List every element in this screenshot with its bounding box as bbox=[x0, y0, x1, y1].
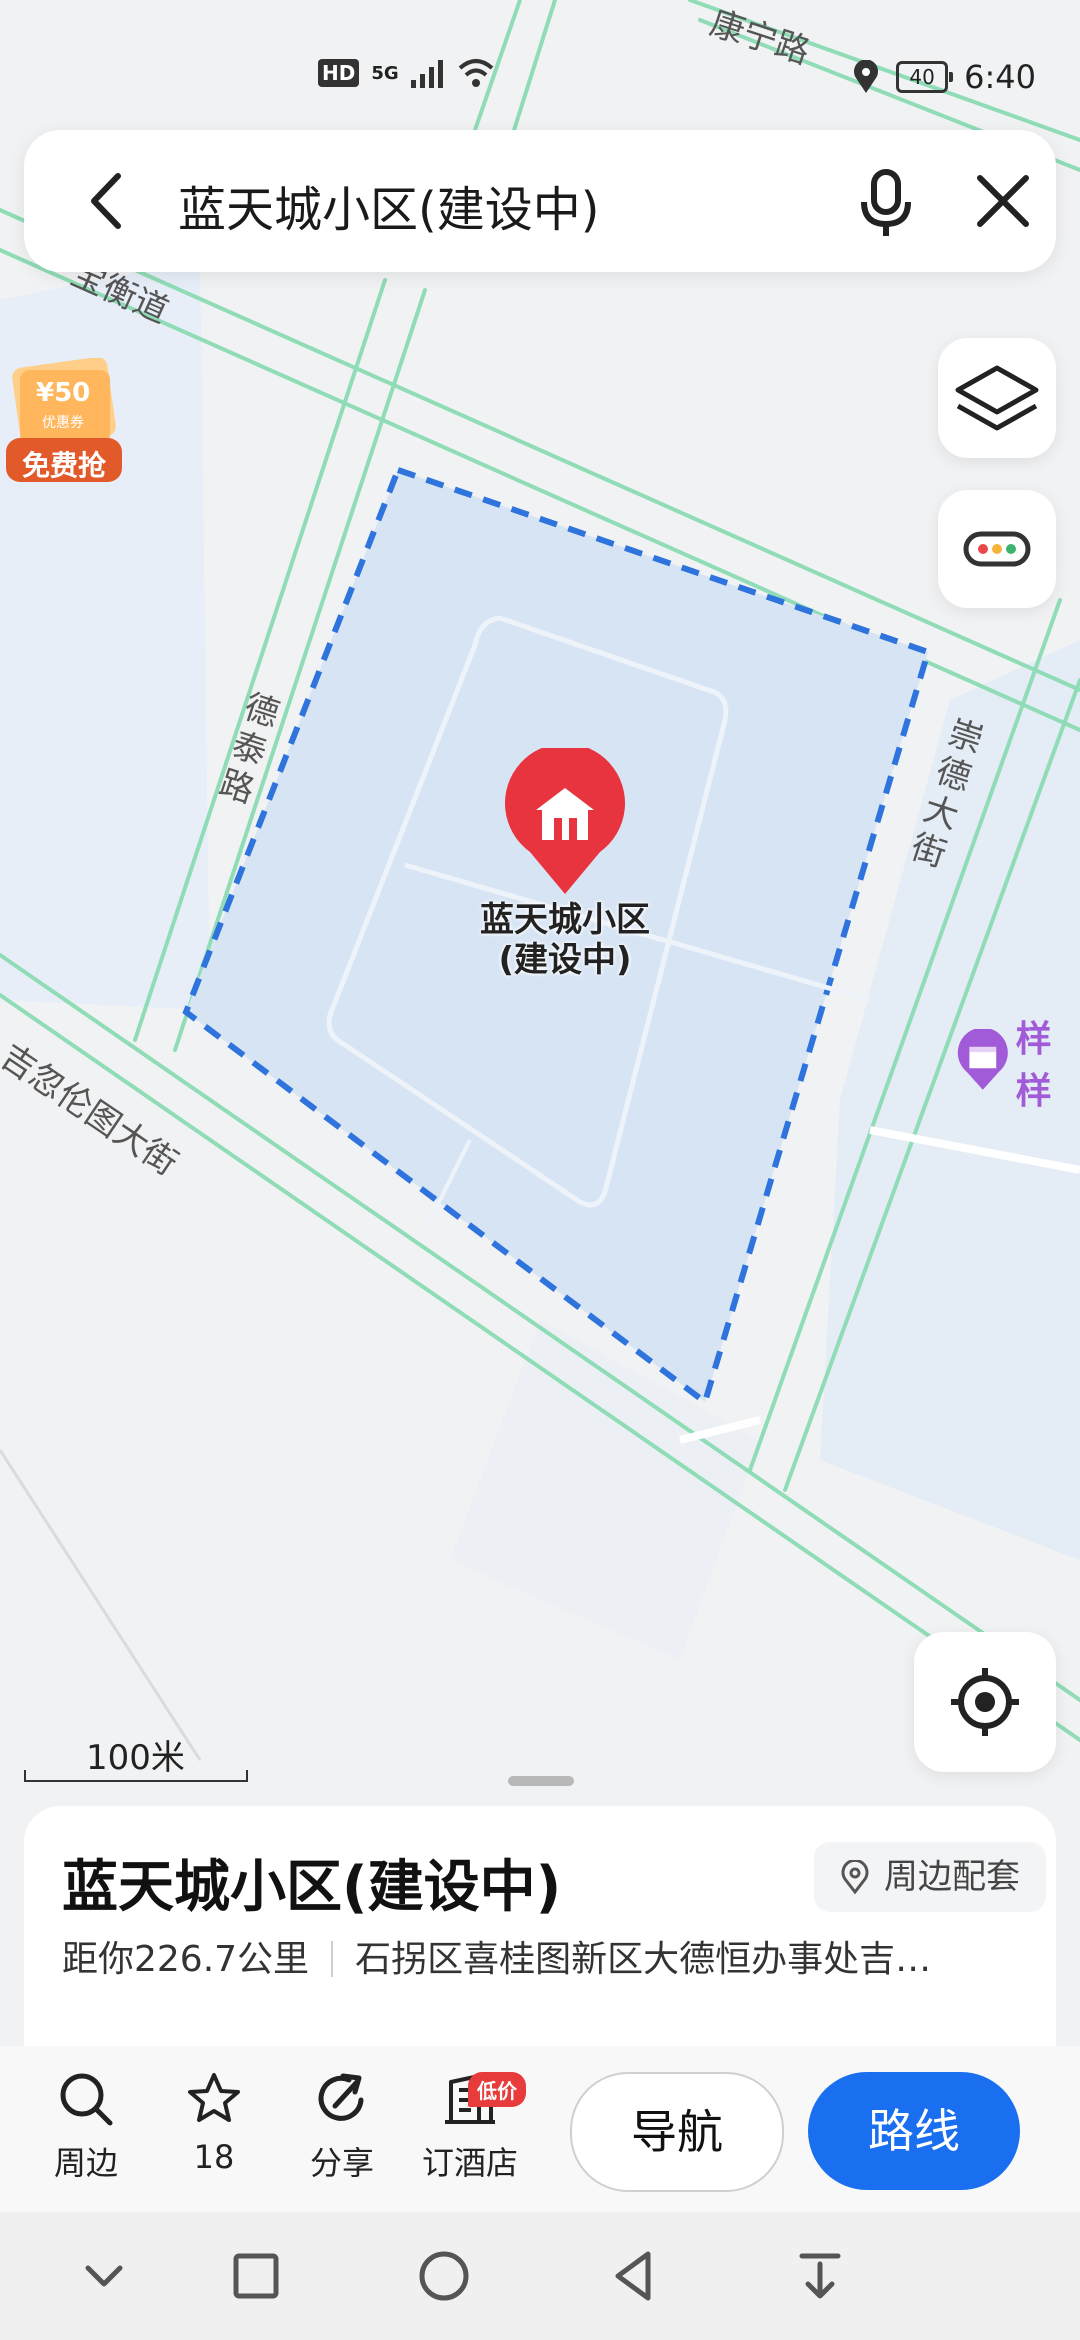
marker-label: 蓝天城小区 (建设中) bbox=[440, 900, 690, 980]
nearby-action-label: 周边 bbox=[53, 2144, 118, 2182]
search-query[interactable]: 蓝天城小区(建设中) bbox=[178, 170, 599, 240]
coupon-sub: 优惠券 bbox=[42, 415, 84, 431]
search-icon bbox=[60, 2073, 113, 2126]
route-button[interactable]: 路线 bbox=[808, 2072, 1020, 2190]
nearby-action[interactable]: 周边 bbox=[26, 2070, 146, 2184]
place-title: 蓝天城小区(建设中) bbox=[62, 1855, 562, 1920]
back-arrow-icon[interactable] bbox=[74, 166, 144, 236]
favorite-count: 18 bbox=[193, 2138, 235, 2176]
place-address: 石拐区喜桂图新区大德恒办事处吉… bbox=[355, 1939, 932, 1980]
system-nav-bar bbox=[0, 2212, 1080, 2340]
poi-shop[interactable]: 样样 bbox=[956, 1010, 1080, 1114]
map-scale: 100米 bbox=[24, 1730, 248, 1786]
location-pin-icon bbox=[841, 1860, 869, 1894]
info-divider bbox=[331, 1941, 334, 1977]
network-type: 5G bbox=[371, 62, 399, 84]
poi-shop-label: 样样 bbox=[1015, 1019, 1052, 1112]
scale-bar bbox=[24, 1770, 248, 1782]
share-icon bbox=[318, 2073, 364, 2121]
nearby-facilities-button[interactable]: 周边配套 bbox=[814, 1842, 1046, 1912]
place-info: 距你226.7公里 石拐区喜桂图新区大德恒办事处吉… bbox=[62, 1930, 1022, 1982]
traffic-icon bbox=[963, 531, 1031, 567]
star-icon bbox=[188, 2073, 240, 2122]
traffic-toggle-button[interactable] bbox=[938, 490, 1056, 608]
hotel-action-label: 订酒店 bbox=[421, 2144, 518, 2182]
coupon-amount: ¥50 bbox=[36, 378, 91, 408]
clock: 6:40 bbox=[964, 58, 1036, 96]
location-status-icon bbox=[854, 60, 879, 93]
layers-icon bbox=[955, 365, 1039, 431]
close-icon[interactable] bbox=[968, 166, 1038, 236]
navigate-button[interactable]: 导航 bbox=[570, 2072, 784, 2192]
layers-button[interactable] bbox=[938, 338, 1056, 458]
nearby-facilities-label: 周边配套 bbox=[884, 1857, 1020, 1897]
home-circle-icon[interactable] bbox=[414, 2248, 474, 2304]
locate-crosshair-icon bbox=[951, 1668, 1019, 1736]
hd-icon: HD bbox=[318, 59, 360, 87]
shop-poi-icon bbox=[957, 1029, 1008, 1090]
sheet-drag-handle[interactable] bbox=[508, 1776, 574, 1786]
notification-pull-down-icon[interactable] bbox=[790, 2248, 850, 2304]
coupon-cta: 免费抢 bbox=[21, 449, 106, 482]
marker-label-name: 蓝天城小区 bbox=[480, 900, 650, 940]
microphone-icon[interactable] bbox=[844, 160, 928, 244]
share-action-label: 分享 bbox=[309, 2144, 374, 2182]
wifi-icon bbox=[458, 59, 493, 87]
signal-icon bbox=[410, 60, 443, 88]
chevron-down-icon[interactable] bbox=[74, 2248, 134, 2304]
place-marker[interactable] bbox=[500, 743, 630, 898]
recents-square-icon[interactable] bbox=[226, 2248, 286, 2304]
favorite-action[interactable]: 18 bbox=[154, 2070, 274, 2176]
battery-icon: 40 bbox=[896, 61, 954, 93]
status-bar: HD 5G 40 6:40 bbox=[0, 0, 1080, 150]
marker-label-status: (建设中) bbox=[498, 940, 632, 980]
house-marker-icon bbox=[505, 743, 625, 894]
status-left-group: HD 5G bbox=[318, 58, 495, 88]
search-bar[interactable]: 蓝天城小区(建设中) bbox=[24, 130, 1056, 272]
status-right-group: 40 6:40 bbox=[852, 58, 1036, 96]
place-distance: 距你226.7公里 bbox=[62, 1939, 310, 1980]
share-action[interactable]: 分享 bbox=[282, 2070, 402, 2184]
back-triangle-icon[interactable] bbox=[604, 2248, 664, 2304]
place-card[interactable]: 蓝天城小区(建设中) 周边配套 距你226.7公里 石拐区喜桂图新区大德恒办事处吉… bbox=[24, 1806, 1056, 2066]
coupon-promo[interactable]: ¥50 优惠券 免费抢 bbox=[6, 357, 122, 482]
low-price-badge: 低价 bbox=[468, 2072, 526, 2107]
my-location-button[interactable] bbox=[914, 1632, 1056, 1772]
